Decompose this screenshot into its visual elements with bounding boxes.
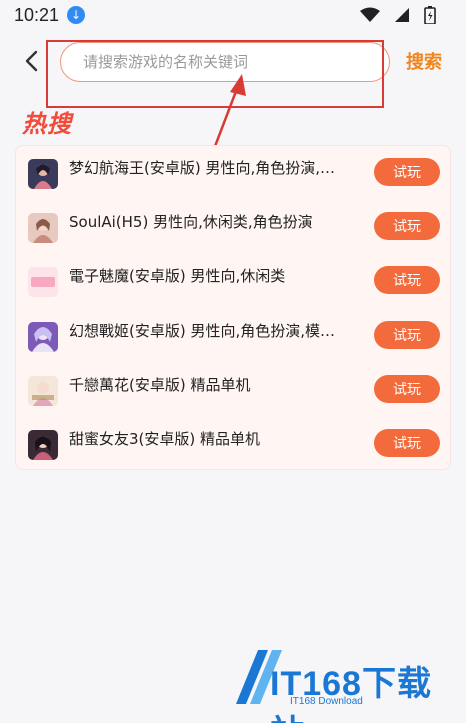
watermark-title: IT168下载站	[270, 665, 432, 723]
download-icon: ↓	[67, 6, 86, 24]
game-thumbnail	[28, 213, 58, 243]
hot-game-list: 梦幻航海王(安卓版) 男性向,角色扮演,… 试玩 SoulAi(H5) 男性向,…	[15, 145, 451, 470]
game-name: 甜蜜女友3(安卓版) 精品单机	[69, 430, 261, 448]
game-thumbnail	[28, 430, 58, 460]
game-thumbnail	[28, 322, 58, 352]
watermark-logo: IT168下载站 IT168 Download	[228, 644, 458, 723]
try-button[interactable]: 试玩	[374, 321, 440, 349]
signal-icon	[395, 8, 409, 22]
game-name: 梦幻航海王(安卓版) 男性向,角色扮演,…	[69, 159, 336, 177]
back-button[interactable]	[20, 48, 42, 74]
hot-search-title: 热搜	[22, 110, 72, 138]
watermark-subtitle: IT168 Download	[290, 696, 363, 707]
wifi-icon	[360, 7, 380, 22]
status-time: 10:21	[14, 4, 60, 25]
game-name: 電子魅魔(安卓版) 男性向,休闲类	[69, 267, 286, 285]
game-name: SoulAi(H5) 男性向,休闲类,角色扮演	[69, 213, 313, 231]
game-name: 千戀萬花(安卓版) 精品单机	[69, 376, 251, 394]
search-bar: 搜索	[0, 30, 466, 94]
battery-icon	[424, 6, 436, 24]
list-item[interactable]: 千戀萬花(安卓版) 精品单机 试玩	[16, 363, 452, 419]
search-button[interactable]: 搜索	[406, 48, 442, 74]
list-item[interactable]: 甜蜜女友3(安卓版) 精品单机 试玩	[16, 417, 452, 473]
try-button[interactable]: 试玩	[374, 158, 440, 186]
try-button[interactable]: 试玩	[374, 212, 440, 240]
list-item[interactable]: 梦幻航海王(安卓版) 男性向,角色扮演,… 试玩	[16, 146, 452, 202]
chevron-left-icon	[25, 50, 38, 72]
list-item[interactable]: SoulAi(H5) 男性向,休闲类,角色扮演 试玩	[16, 200, 452, 256]
search-input[interactable]	[60, 42, 390, 82]
list-item[interactable]: 電子魅魔(安卓版) 男性向,休闲类 试玩	[16, 254, 452, 310]
try-button[interactable]: 试玩	[374, 429, 440, 457]
try-button[interactable]: 试玩	[374, 266, 440, 294]
status-bar: 10:21 ↓	[0, 0, 466, 30]
status-icons	[360, 6, 436, 24]
game-thumbnail	[28, 376, 58, 406]
game-name: 幻想戰姬(安卓版) 男性向,角色扮演,模…	[69, 322, 336, 340]
try-button[interactable]: 试玩	[374, 375, 440, 403]
list-item[interactable]: 幻想戰姬(安卓版) 男性向,角色扮演,模… 试玩	[16, 309, 452, 365]
game-thumbnail	[28, 267, 58, 297]
game-thumbnail	[28, 159, 58, 189]
